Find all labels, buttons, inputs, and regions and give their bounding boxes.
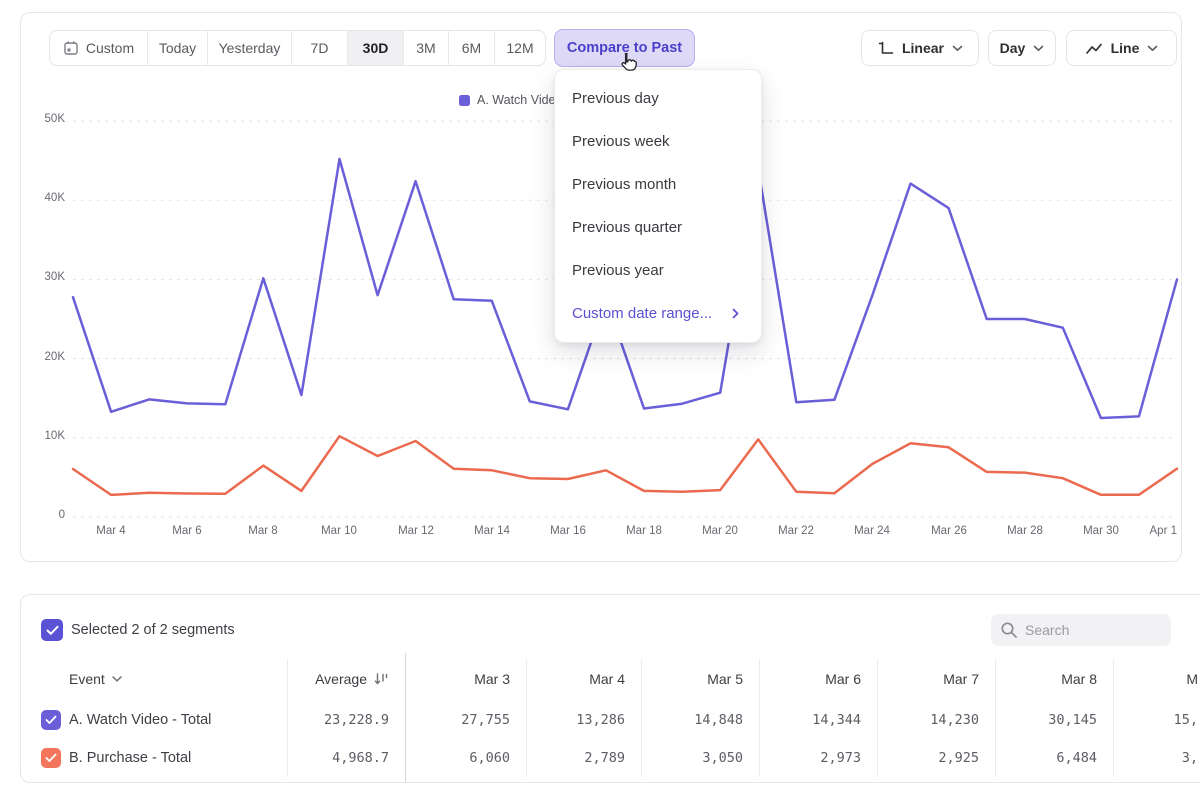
row-label-purchase[interactable]: B. Purchase - Total	[69, 750, 191, 766]
check-icon	[45, 715, 57, 725]
menu-item-custom-date-range[interactable]: Custom date range...	[555, 292, 761, 335]
mouse-cursor-icon	[616, 51, 640, 82]
segments-table-card: Selected 2 of 2 segments Event Average 2…	[20, 594, 1200, 783]
column-separator	[995, 659, 996, 777]
column-separator	[877, 659, 878, 777]
chevron-right-icon	[732, 308, 739, 319]
chevron-down-icon	[112, 676, 122, 682]
average-column-header[interactable]: Average	[259, 671, 389, 687]
x-tick: Mar 16	[538, 525, 598, 537]
date-column-header: Mar 3	[380, 671, 510, 687]
menu-item-previous-quarter[interactable]: Previous quarter	[555, 206, 761, 249]
series-purchase-line	[73, 436, 1177, 495]
x-tick: Mar 20	[690, 525, 750, 537]
row-label-watch-video[interactable]: A. Watch Video - Total	[69, 712, 211, 728]
x-tick: Mar 22	[766, 525, 826, 537]
x-tick: Mar 4	[81, 525, 141, 537]
x-tick: Mar 12	[386, 525, 446, 537]
x-tick: Mar 24	[842, 525, 902, 537]
check-icon	[46, 625, 59, 636]
menu-item-previous-year[interactable]: Previous year	[555, 249, 761, 292]
menu-item-previous-week[interactable]: Previous week	[555, 120, 761, 163]
column-separator	[759, 659, 760, 777]
search-input[interactable]	[991, 614, 1171, 646]
menu-item-previous-month[interactable]: Previous month	[555, 163, 761, 206]
check-icon	[45, 753, 57, 763]
date-column-header: Mar 5	[613, 671, 743, 687]
column-separator	[526, 659, 527, 777]
select-all-checkbox[interactable]	[41, 619, 63, 641]
date-column-header: M	[1068, 671, 1198, 687]
x-tick: Mar 28	[995, 525, 1055, 537]
x-tick: Apr 1	[1117, 525, 1177, 537]
compare-to-past-menu: Previous day Previous week Previous mont…	[554, 69, 762, 343]
x-tick: Mar 10	[309, 525, 369, 537]
row-checkbox-watch-video[interactable]	[41, 710, 61, 730]
x-tick: Mar 18	[614, 525, 674, 537]
x-tick: Mar 8	[233, 525, 293, 537]
date-column-header: Mar 4	[495, 671, 625, 687]
column-separator	[1113, 659, 1114, 777]
date-column-header: Mar 6	[731, 671, 861, 687]
column-separator	[405, 653, 406, 783]
average-value-a: 23,228.9	[259, 712, 389, 728]
event-column-header[interactable]: Event	[69, 671, 122, 687]
selected-segments-label: Selected 2 of 2 segments	[71, 622, 235, 638]
x-tick: Mar 6	[157, 525, 217, 537]
search-icon	[1000, 621, 1018, 644]
x-tick: Mar 26	[919, 525, 979, 537]
row-checkbox-purchase[interactable]	[41, 748, 61, 768]
average-value-b: 4,968.7	[259, 750, 389, 766]
menu-item-previous-day[interactable]: Previous day	[555, 77, 761, 120]
column-separator	[641, 659, 642, 777]
chart-card: Custom Today Yesterday 7D 30D 3M 6M 12M …	[20, 12, 1182, 562]
column-separator	[287, 659, 288, 777]
date-column-header: Mar 7	[849, 671, 979, 687]
x-tick: Mar 14	[462, 525, 522, 537]
